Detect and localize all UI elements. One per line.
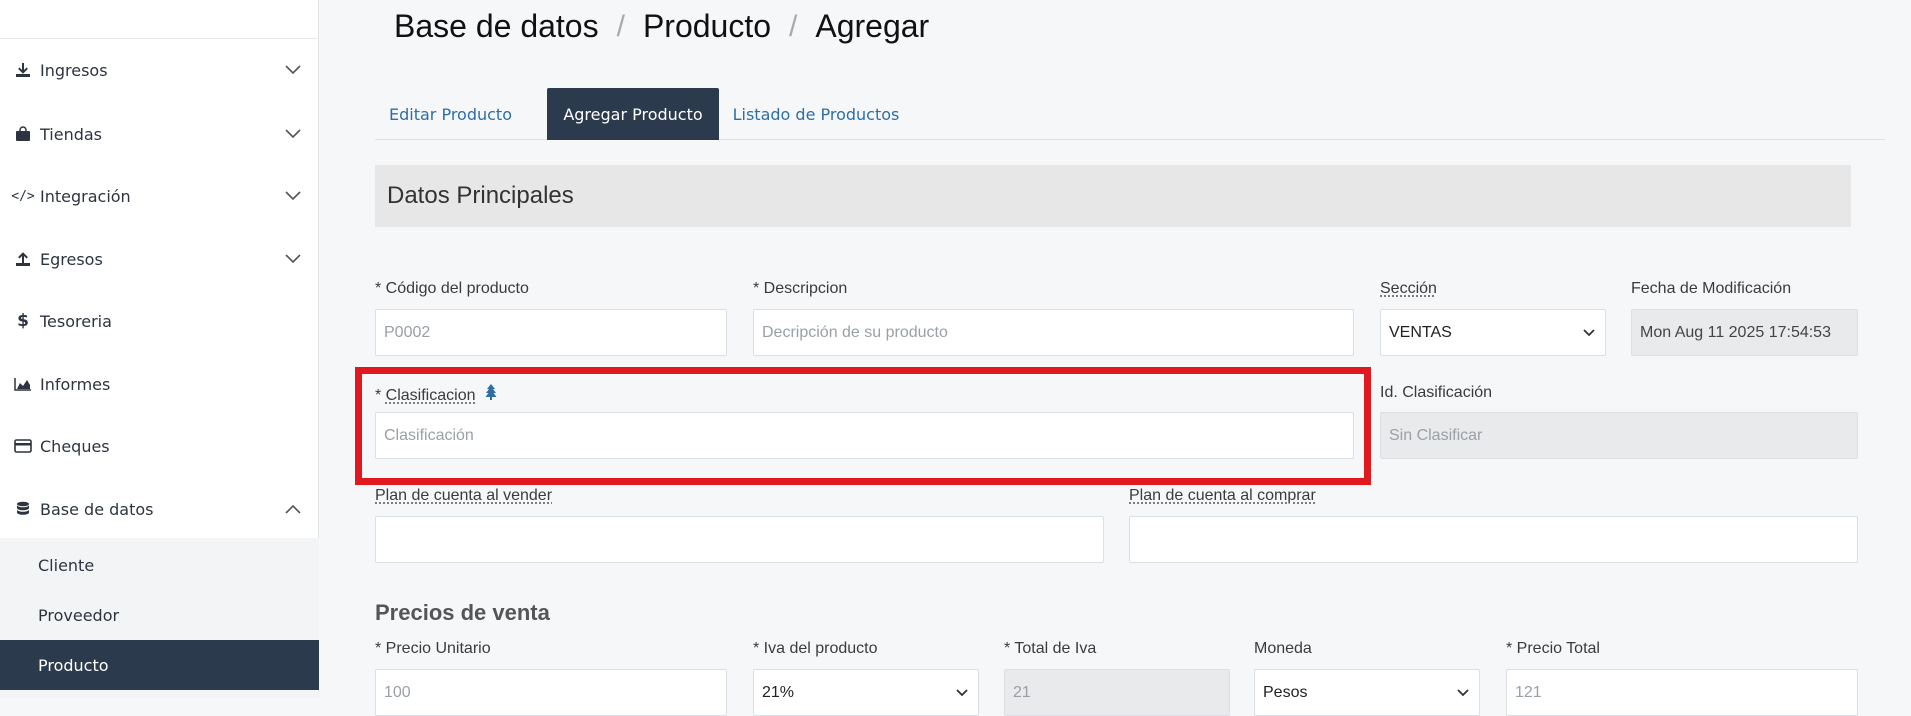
seccion-label: Sección: [1380, 280, 1437, 297]
sidebar-item-cheques[interactable]: Cheques: [0, 421, 319, 471]
sidebar-item-label: Tesoreria: [40, 311, 112, 331]
sidebar-subitem-proveedor[interactable]: Proveedor: [0, 590, 319, 640]
sidebar-item-label: Tiendas: [40, 124, 103, 144]
chevron-up-icon[interactable]: [283, 499, 303, 519]
required-marker: *: [375, 387, 386, 404]
sidebar-item-label: Informes: [40, 374, 111, 394]
seccion-select[interactable]: VENTAS: [1380, 309, 1606, 356]
sidebar-item-egresos[interactable]: Egresos: [0, 234, 319, 284]
sidebar-item-label: Egresos: [40, 249, 103, 269]
clasificacion-label-group: * Clasificacion: [375, 384, 498, 405]
plan-vender-input[interactable]: [375, 516, 1104, 563]
fecha-mod-label: Fecha de Modificación: [1631, 280, 1792, 297]
moneda-label: Moneda: [1254, 640, 1312, 657]
area-chart-icon: [14, 377, 32, 391]
sidebar-item-tiendas[interactable]: Tiendas: [0, 109, 319, 159]
chevron-down-icon: [1457, 684, 1469, 702]
download-icon: [14, 62, 32, 78]
sidebar-item-tesoreria[interactable]: $ Tesoreria: [0, 296, 319, 346]
database-icon: [14, 501, 32, 517]
main-content: Base de datos / Producto / Agregar Edita…: [319, 0, 1911, 716]
sidebar-item-informes[interactable]: Informes: [0, 359, 319, 409]
tree-icon[interactable]: [479, 384, 497, 404]
sidebar-subitem-producto[interactable]: Producto: [0, 640, 319, 690]
sidebar: Ingresos Tiendas </> Integración Egresos…: [0, 0, 319, 697]
descripcion-input[interactable]: Decripción de su producto: [753, 309, 1354, 356]
credit-card-icon: [14, 439, 32, 453]
codigo-label: * Código del producto: [375, 280, 529, 297]
descripcion-label: * Descripcion: [753, 280, 848, 297]
upload-icon: [14, 251, 32, 267]
moneda-select[interactable]: Pesos: [1254, 669, 1480, 716]
clasificacion-label: Clasificacion: [385, 387, 476, 404]
plan-comprar-input[interactable]: [1129, 516, 1858, 563]
plan-comprar-label: Plan de cuenta al comprar: [1129, 487, 1316, 504]
tab-bar: Editar Producto Agregar Producto Listado…: [375, 88, 1885, 140]
precio-unitario-input[interactable]: 100: [375, 669, 727, 716]
section-header: Datos Principales: [375, 165, 1851, 227]
breadcrumb-item[interactable]: Producto: [643, 8, 771, 45]
sidebar-item-label: Base de datos: [40, 499, 154, 519]
chevron-down-icon[interactable]: [283, 249, 303, 269]
chevron-down-icon[interactable]: [283, 124, 303, 144]
codigo-input[interactable]: P0002: [375, 309, 727, 356]
chevron-down-icon: [956, 684, 968, 702]
tab-listado-productos[interactable]: Listado de Productos: [719, 88, 913, 140]
chevron-down-icon: [1583, 324, 1595, 342]
breadcrumb-current: Agregar: [815, 8, 930, 44]
seccion-value: VENTAS: [1389, 323, 1452, 341]
tab-editar-producto[interactable]: Editar Producto: [375, 88, 526, 140]
moneda-value: Pesos: [1263, 683, 1308, 701]
total-iva-label: * Total de Iva: [1004, 640, 1097, 657]
sidebar-item-label: Cheques: [40, 436, 110, 456]
dollar-icon: $: [17, 311, 29, 331]
breadcrumb-separator: /: [789, 9, 798, 43]
breadcrumb: Base de datos / Producto / Agregar: [394, 8, 929, 45]
chevron-down-icon[interactable]: [283, 60, 303, 80]
sidebar-item-label: Ingresos: [40, 60, 108, 80]
code-icon: </>: [11, 188, 35, 204]
shopping-bag-icon: [14, 126, 32, 142]
sidebar-divider: [0, 38, 319, 39]
fecha-mod-field: Mon Aug 11 2025 17:54:53: [1631, 309, 1858, 356]
precio-total-label: * Precio Total: [1506, 640, 1600, 657]
id-clasificacion-field: Sin Clasificar: [1380, 412, 1858, 459]
prices-title: Precios de venta: [375, 600, 550, 625]
id-clasificacion-label: Id. Clasificación: [1380, 384, 1493, 401]
total-iva-field: 21: [1004, 669, 1230, 716]
iva-value: 21%: [762, 683, 795, 701]
iva-select[interactable]: 21%: [753, 669, 979, 716]
tab-agregar-producto[interactable]: Agregar Producto: [547, 88, 719, 140]
breadcrumb-item[interactable]: Base de datos: [394, 8, 599, 45]
clasificacion-input[interactable]: Clasificación: [375, 412, 1354, 459]
sidebar-item-base-de-datos[interactable]: Base de datos: [0, 484, 319, 534]
sidebar-item-ingresos[interactable]: Ingresos: [0, 45, 319, 95]
chevron-down-icon[interactable]: [283, 186, 303, 206]
sidebar-subitem-cliente[interactable]: Cliente: [0, 540, 319, 590]
sidebar-item-integracion[interactable]: </> Integración: [0, 171, 319, 221]
iva-label: * Iva del producto: [753, 640, 878, 657]
precio-total-input[interactable]: 121: [1506, 669, 1858, 716]
breadcrumb-separator: /: [616, 9, 625, 43]
plan-vender-label: Plan de cuenta al vender: [375, 487, 553, 504]
sidebar-item-label: Integración: [40, 186, 131, 206]
precio-unitario-label: * Precio Unitario: [375, 640, 491, 657]
